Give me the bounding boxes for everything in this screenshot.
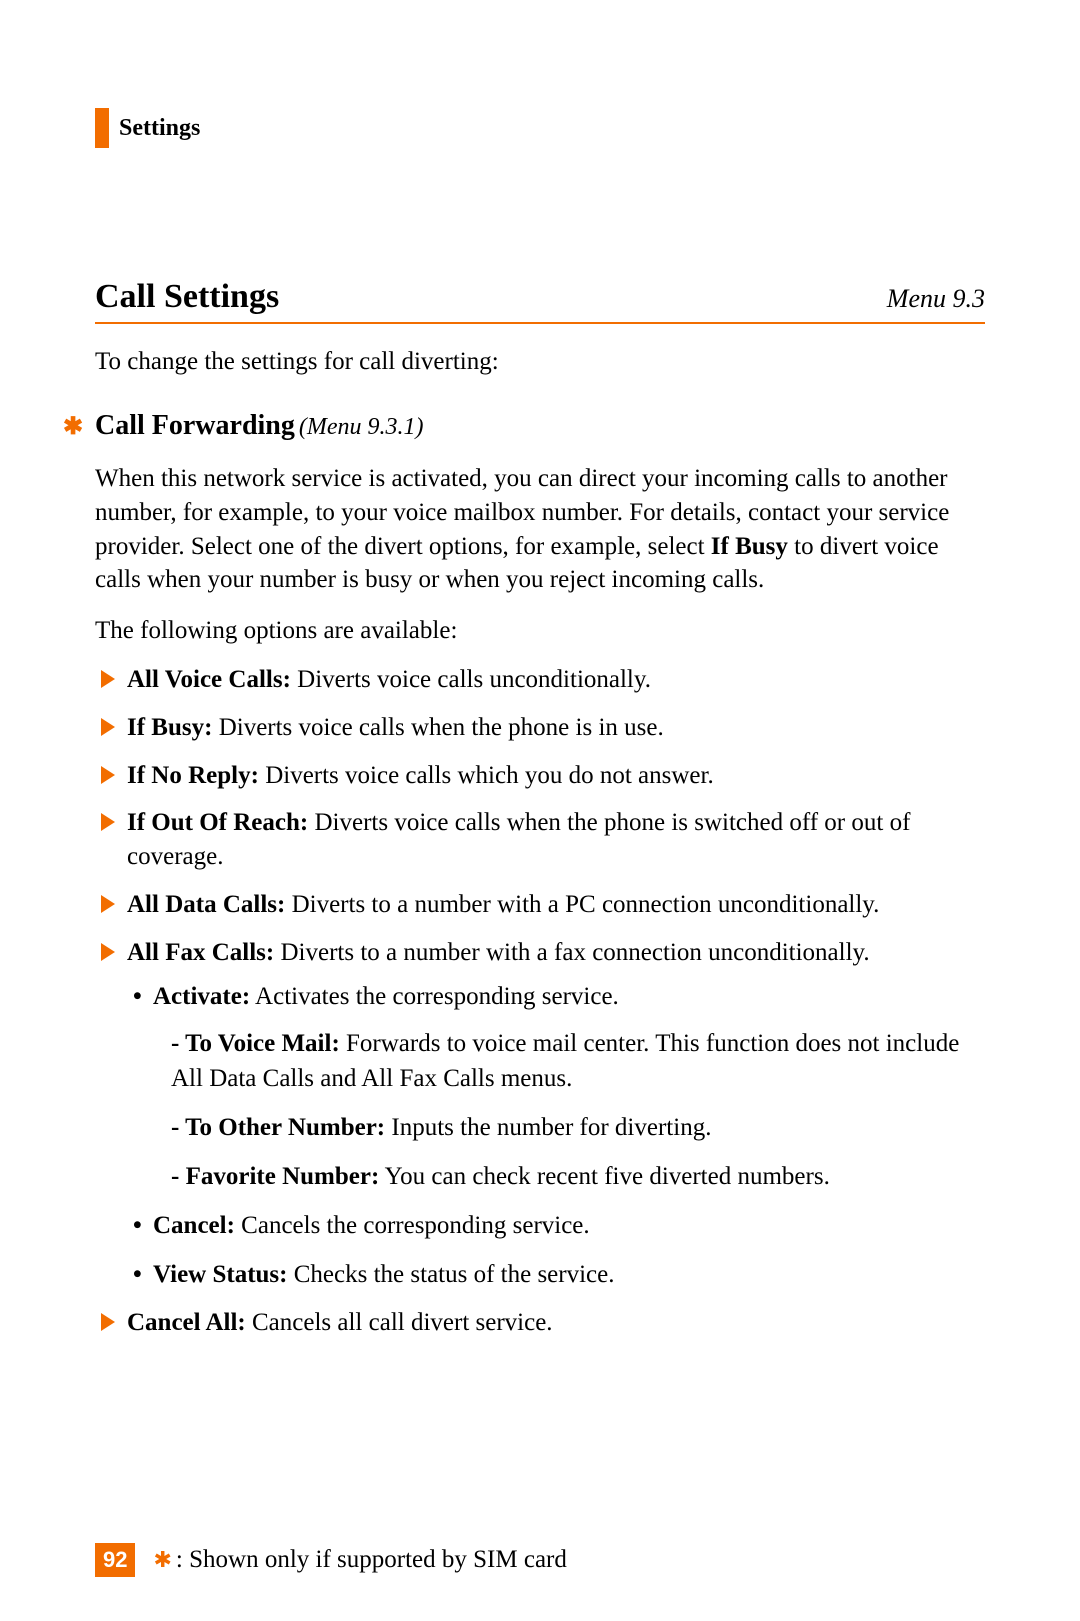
bullet-view-status: • View Status: Checks the status of the s… [133,1257,985,1292]
triangle-icon [101,943,115,961]
subsection-heading: ✱ Call Forwarding (Menu 9.3.1) [95,410,985,442]
subsection-menu-tag: (Menu 9.3.1) [299,414,424,440]
option-label: All Voice Calls: [127,666,291,693]
bullet-activate: • Activate: Activates the corresponding s… [133,979,985,1194]
dash-label: To Other Number: [185,1114,385,1141]
document-page: Settings Call Settings Menu 9.3 To chang… [0,0,1080,1621]
bullet-dot-icon: • [133,1208,142,1243]
section-title: Call Settings [95,278,279,316]
triangle-icon [101,766,115,784]
dash-label: Favorite Number: [186,1163,380,1190]
asterisk-icon: ✱ [63,412,83,441]
footer-note: : Shown only if supported by SIM card [176,1546,567,1574]
option-all-data-calls: All Data Calls: Diverts to a number with… [101,888,985,922]
option-label: All Data Calls: [127,891,285,918]
bullet-desc: Cancels the corresponding service. [235,1212,590,1239]
header-accent-bar [95,108,109,148]
option-all-voice-calls: All Voice Calls: Diverts voice calls unc… [101,663,985,697]
dash-label: To Voice Mail: [185,1030,340,1057]
bullet-cancel: • Cancel: Cancels the corresponding servi… [133,1208,985,1243]
bullet-label: Cancel: [153,1212,235,1239]
bullet-label: Activate: [153,983,250,1010]
triangle-icon [101,895,115,913]
dash-prefix: - [171,1114,185,1141]
header-title: Settings [119,115,200,142]
dash-desc: Inputs the number for diverting. [385,1114,711,1141]
intro-text: To change the settings for call divertin… [95,348,985,376]
option-label: Cancel All: [127,1309,246,1336]
dash-to-voice-mail: - To Voice Mail: Forwards to voice mail … [171,1026,985,1096]
options-intro: The following options are available: [95,617,985,645]
triangle-icon [101,718,115,736]
dash-prefix: - [171,1030,185,1057]
options-list: All Voice Calls: Diverts voice calls unc… [101,663,985,1340]
triangle-icon [101,670,115,688]
option-label: If Busy: [127,714,212,741]
option-if-busy: If Busy: Diverts voice calls when the ph… [101,711,985,745]
section-menu-tag: Menu 9.3 [887,284,985,314]
dash-to-other-number: - To Other Number: Inputs the number for… [171,1110,985,1145]
triangle-icon [101,1313,115,1331]
dash-desc: You can check recent five diverted numbe… [379,1163,830,1190]
bullet-label: View Status: [153,1261,288,1288]
bullet-dot-icon: • [133,1257,142,1292]
option-desc: Diverts voice calls when the phone is in… [212,714,663,741]
option-label: All Fax Calls: [127,939,274,966]
dash-prefix: - [171,1163,186,1190]
option-desc: Diverts voice calls which you do not ans… [259,762,714,789]
option-if-out-of-reach: If Out Of Reach: Diverts voice calls whe… [101,806,985,874]
option-label: If No Reply: [127,762,259,789]
option-desc: Diverts to a number with a fax connectio… [274,939,869,966]
option-desc: Diverts to a number with a PC connection… [285,891,879,918]
option-if-no-reply: If No Reply: Diverts voice calls which y… [101,759,985,793]
footer-asterisk-icon: ✱ [153,1547,171,1573]
para-bold: If Busy [711,533,788,560]
option-desc: Diverts voice calls unconditionally. [291,666,651,693]
bullet-desc: Activates the corresponding service. [250,983,619,1010]
dash-list: - To Voice Mail: Forwards to voice mail … [171,1026,985,1194]
page-footer: 92 ✱ : Shown only if supported by SIM ca… [95,1543,567,1577]
option-cancel-all: Cancel All: Cancels all call divert serv… [101,1306,985,1340]
bullet-dot-icon: • [133,979,142,1014]
option-desc: Cancels all call divert service. [246,1309,553,1336]
section-heading-row: Call Settings Menu 9.3 [95,278,985,324]
bullet-desc: Checks the status of the service. [288,1261,615,1288]
page-number: 92 [95,1543,135,1577]
description-paragraph: When this network service is activated, … [95,462,985,597]
dash-favorite-number: - Favorite Number: You can check recent … [171,1159,985,1194]
option-label: If Out Of Reach: [127,809,308,836]
page-header: Settings [95,108,985,148]
subsection-title: Call Forwarding [95,410,295,441]
triangle-icon [101,813,115,831]
sub-bullet-list: • Activate: Activates the corresponding s… [133,979,985,1292]
option-all-fax-calls: All Fax Calls: Diverts to a number with … [101,936,985,1293]
